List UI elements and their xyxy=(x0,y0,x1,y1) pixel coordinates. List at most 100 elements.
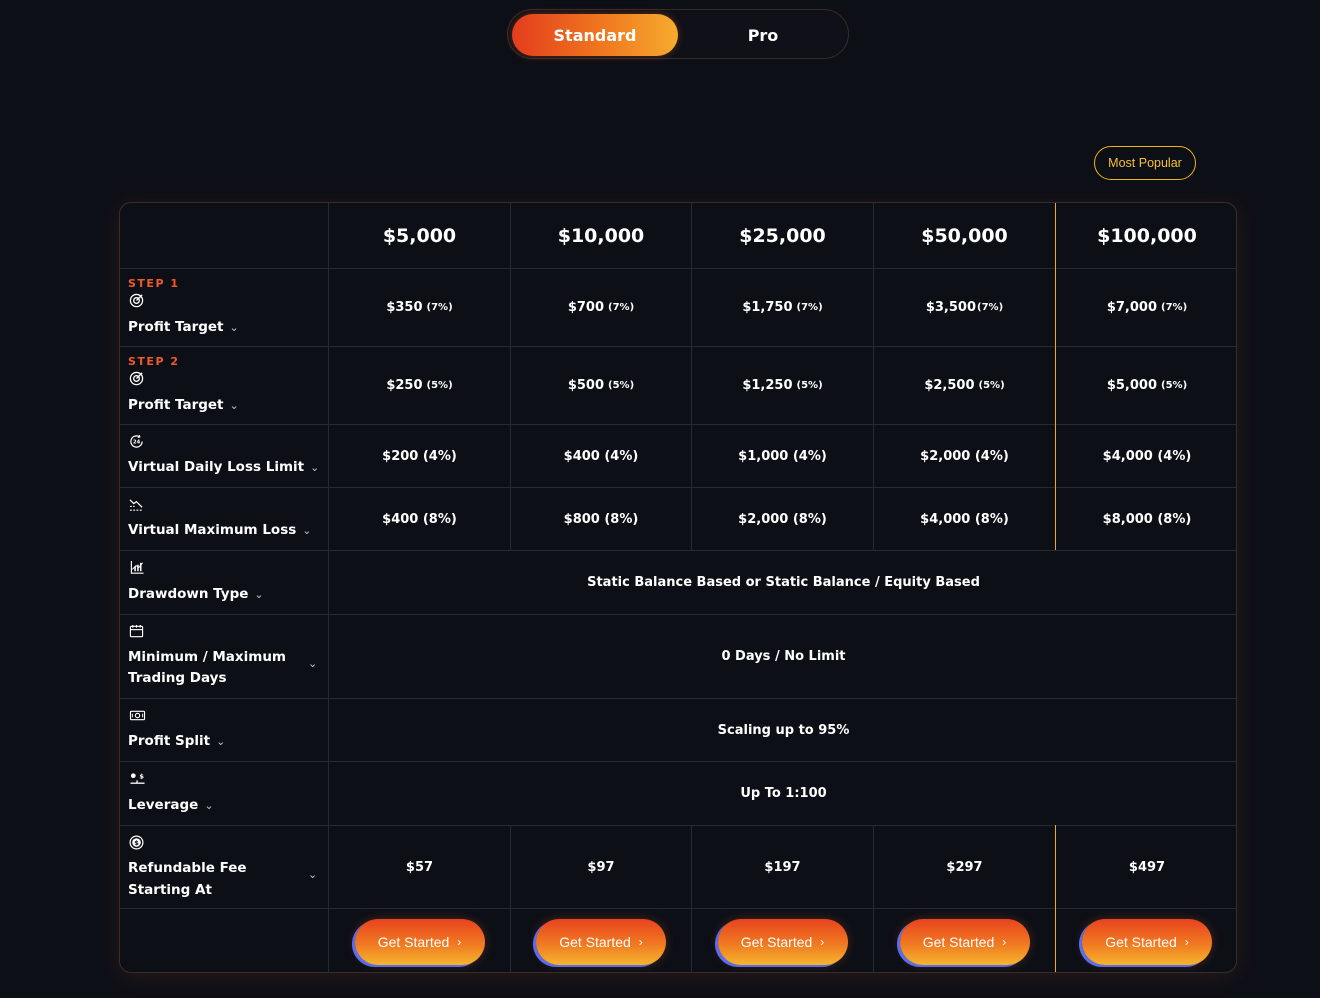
row-label[interactable]: $ Leverage ⌄ xyxy=(120,762,328,825)
chevron-right-icon: › xyxy=(820,934,825,949)
amount: $250 xyxy=(386,378,423,393)
amount: $350 xyxy=(386,300,423,315)
value-cell: 0 Days / No Limit xyxy=(328,615,1236,698)
value-cell: $250 (5%) xyxy=(328,347,510,424)
header-label-cell xyxy=(120,203,328,268)
percent: (7%) xyxy=(1161,302,1188,313)
row-label[interactable]: $ Refundable Fee Starting At ⌄ xyxy=(120,826,328,908)
chevron-down-icon: ⌄ xyxy=(308,657,318,670)
cta-cell: Get Started › xyxy=(691,909,873,972)
dollar-coin-icon: $ xyxy=(129,835,144,853)
step-label: STEP 1 xyxy=(128,277,180,290)
value-cell: $2,500 (5%) xyxy=(873,347,1055,424)
trading-days-row: Minimum / Maximum Trading Days ⌄ 0 Days … xyxy=(120,614,1236,698)
percent: (5%) xyxy=(426,380,453,391)
standard-tab[interactable]: Standard xyxy=(512,14,678,56)
get-started-button[interactable]: Get Started › xyxy=(354,918,485,965)
chart-bar-icon xyxy=(129,560,145,578)
amount: $1,750 xyxy=(742,300,793,315)
chevron-down-icon: ⌄ xyxy=(254,588,264,601)
value-cell: $8,000 (8%) xyxy=(1055,488,1236,550)
row-label[interactable]: Profit Split ⌄ xyxy=(120,699,328,761)
header-row: $5,000 $10,000 $25,000 $50,000 $100,000 xyxy=(120,203,1236,268)
get-started-button[interactable]: Get Started › xyxy=(717,918,848,965)
get-started-button[interactable]: Get Started › xyxy=(536,918,666,965)
value-cell: $4,000 (4%) xyxy=(1055,425,1236,487)
value-cell: $1,250 (5%) xyxy=(691,347,873,424)
value-cell: $197 xyxy=(691,826,873,908)
step1-profit-target-row: STEP 1 Profit Target ⌄ $350 (7%) $700 (7%) … xyxy=(120,268,1236,346)
chevron-right-icon: › xyxy=(1184,934,1189,949)
value-cell: $1,750 (7%) xyxy=(691,269,873,346)
chevron-down-icon: ⌄ xyxy=(308,868,318,881)
profit-split-row: Profit Split ⌄ Scaling up to 95% xyxy=(120,698,1236,761)
chevron-down-icon: ⌄ xyxy=(229,321,239,334)
row-label-text: Refundable Fee Starting At xyxy=(128,860,247,898)
button-label: Get Started xyxy=(922,933,995,950)
row-label-text: Profit Target xyxy=(128,319,224,335)
value-cell: $500 (5%) xyxy=(510,347,691,424)
row-label-text: Virtual Daily Loss Limit xyxy=(128,459,305,475)
step-label: STEP 2 xyxy=(128,355,180,368)
value-cell: $5,000 (5%) xyxy=(1055,347,1236,424)
percent: (7%) xyxy=(608,302,635,313)
target-icon xyxy=(129,293,144,311)
amount: $5,000 xyxy=(1106,378,1158,393)
cta-cell: Get Started › xyxy=(510,909,691,972)
row-label[interactable]: Virtual Maximum Loss ⌄ xyxy=(120,488,328,550)
value-cell: $800 (8%) xyxy=(510,488,691,550)
row-label[interactable]: STEP 1 Profit Target ⌄ xyxy=(120,269,328,346)
leverage-icon: $ xyxy=(129,771,147,789)
row-label[interactable]: Drawdown Type ⌄ xyxy=(120,551,328,614)
amount: $500 xyxy=(567,378,605,393)
chevron-right-icon: › xyxy=(638,934,643,949)
max-loss-row: Virtual Maximum Loss ⌄ $400 (8%) $800 (8%… xyxy=(120,487,1236,550)
value-cell: $97 xyxy=(510,826,691,908)
pro-tab[interactable]: Pro xyxy=(680,14,846,56)
value-cell: Scaling up to 95% xyxy=(328,699,1236,761)
percent: (7%) xyxy=(426,302,453,313)
value-cell: $700 (7%) xyxy=(510,269,691,346)
value-cell: $200 (4%) xyxy=(328,425,510,487)
pricing-table: $5,000 $10,000 $25,000 $50,000 $100,000 … xyxy=(119,202,1237,973)
row-label-text: Profit Split xyxy=(128,733,211,749)
row-label-text: Drawdown Type xyxy=(128,586,249,602)
button-label: Get Started xyxy=(1105,933,1177,950)
amount: $3,500 xyxy=(925,300,977,315)
column-header: $50,000 xyxy=(873,203,1055,268)
percent: (5%) xyxy=(1161,380,1188,391)
row-label-text: Virtual Maximum Loss xyxy=(128,522,297,538)
column-header: $25,000 xyxy=(691,203,873,268)
get-started-button[interactable]: Get Started › xyxy=(1082,918,1212,965)
daily-loss-row: 24 Virtual Daily Loss Limit ⌄ $200 (4%) $… xyxy=(120,424,1236,487)
value-cell: $4,000 (8%) xyxy=(873,488,1055,550)
amount: $2,500 xyxy=(924,378,975,393)
leverage-row: $ Leverage ⌄ Up To 1:100 xyxy=(120,761,1236,825)
column-header: $5,000 xyxy=(328,203,510,268)
row-label[interactable]: Minimum / Maximum Trading Days ⌄ xyxy=(120,615,328,698)
cta-cell: Get Started › xyxy=(873,909,1055,972)
value-cell: Up To 1:100 xyxy=(328,762,1236,825)
amount: $1,250 xyxy=(742,378,793,393)
cta-label-cell xyxy=(120,909,328,972)
percent: (7%) xyxy=(796,302,823,313)
target-icon xyxy=(129,371,144,389)
value-cell: $350 (7%) xyxy=(328,269,510,346)
column-header: $10,000 xyxy=(510,203,691,268)
money-icon xyxy=(129,708,146,726)
row-label-text: Minimum / Maximum Trading Days xyxy=(128,649,286,686)
most-popular-badge: Most Popular xyxy=(1094,146,1196,180)
calendar-icon xyxy=(129,624,144,642)
cta-row: Get Started › Get Started › Get Started › G… xyxy=(120,908,1236,972)
row-label-text: Leverage xyxy=(128,797,199,813)
svg-text:24: 24 xyxy=(133,440,141,446)
drawdown-row: Drawdown Type ⌄ Static Balance Based or S… xyxy=(120,550,1236,614)
value-cell: $2,000 (8%) xyxy=(691,488,873,550)
get-started-button[interactable]: Get Started › xyxy=(899,918,1030,965)
row-label[interactable]: STEP 2 Profit Target ⌄ xyxy=(120,347,328,424)
svg-text:$: $ xyxy=(139,773,144,781)
row-label[interactable]: 24 Virtual Daily Loss Limit ⌄ xyxy=(120,425,328,487)
chevron-right-icon: › xyxy=(1002,934,1007,949)
chevron-down-icon: ⌄ xyxy=(310,461,320,474)
value-cell: $297 xyxy=(873,826,1055,908)
